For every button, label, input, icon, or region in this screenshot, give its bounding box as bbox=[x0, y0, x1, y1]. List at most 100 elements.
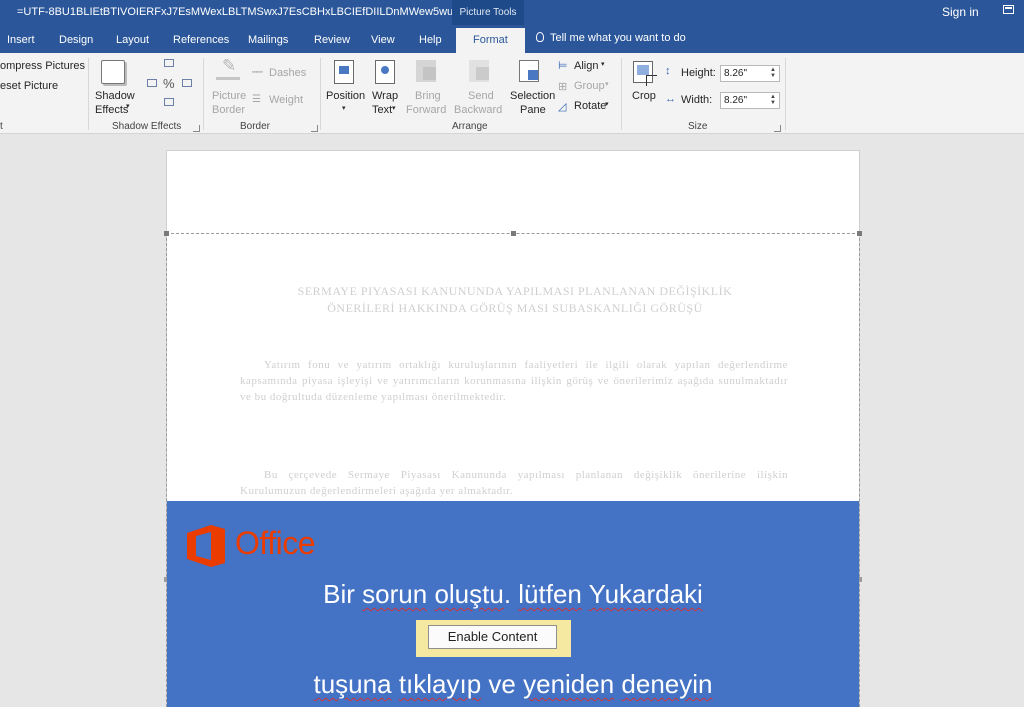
dashes-icon: ┅┅ bbox=[252, 67, 263, 77]
error-message-line-1: Bir sorun oluştu. lütfen Yukardaki bbox=[167, 579, 859, 610]
faded-document-title: SERMAYE PIYASASI KANUNUNDA YAPILMASI PLA… bbox=[240, 283, 790, 317]
height-spinner[interactable]: 8.26" ▲ ▼ bbox=[720, 65, 780, 82]
rotate-button[interactable]: Rotate bbox=[574, 100, 606, 112]
align-icon[interactable]: ⊨ bbox=[558, 59, 568, 72]
shadow-nudge-down-icon[interactable] bbox=[164, 98, 174, 106]
tab-mailings[interactable]: Mailings bbox=[248, 34, 288, 46]
dashes-button: Dashes bbox=[269, 67, 307, 79]
size-launcher-icon[interactable] bbox=[774, 125, 781, 132]
tab-layout[interactable]: Layout bbox=[116, 34, 149, 46]
shadow-toggle-icon[interactable]: % bbox=[163, 76, 175, 91]
ribbon-display-options-icon[interactable] bbox=[1003, 5, 1014, 14]
office-logo-text: Office bbox=[235, 525, 316, 561]
picture-border-icon: ✎ bbox=[216, 56, 240, 80]
selection-pane-label-1[interactable]: Selection bbox=[510, 90, 555, 102]
position-icon[interactable] bbox=[334, 60, 354, 84]
chevron-down-icon: ▾ bbox=[601, 61, 605, 68]
picture-border-label-2: Border bbox=[212, 104, 246, 116]
tab-design[interactable]: Design bbox=[59, 34, 93, 46]
wrap-text-icon[interactable] bbox=[375, 60, 395, 84]
ribbon: ompress Pictures eset Picture t Shadow E… bbox=[0, 53, 1024, 134]
lightbulb-icon bbox=[536, 32, 544, 42]
weight-icon: ☰ bbox=[252, 94, 261, 105]
title-bar: =UTF-8BU1BLIEtBTIVOIERFxJ7EsMWexLBLTMSwx… bbox=[0, 0, 1024, 25]
message-word: lütfen bbox=[518, 579, 582, 609]
wrap-text-label-2[interactable]: Text bbox=[372, 104, 392, 116]
tab-view[interactable]: View bbox=[371, 34, 395, 46]
tell-me-text: Tell me what you want to do bbox=[550, 32, 686, 44]
tab-insert[interactable]: Insert bbox=[7, 34, 35, 46]
tab-help[interactable]: Help bbox=[419, 34, 442, 46]
shadow-effects-label-1[interactable]: Shadow bbox=[95, 90, 135, 102]
faded-title-line-2: ÖNERİLERİ HAKKINDA GÖRÜŞ MASI SUBASKANLI… bbox=[327, 301, 703, 315]
chevron-down-icon: ▾ bbox=[605, 101, 609, 108]
faded-paragraph-1: Yatırım fonu ve yatırım ortaklığı kurulu… bbox=[240, 359, 788, 403]
rotate-icon[interactable]: ◿ bbox=[558, 100, 566, 113]
crop-icon[interactable] bbox=[633, 61, 657, 86]
message-word: Bir bbox=[323, 579, 363, 609]
tell-me-search[interactable]: Tell me what you want to do bbox=[536, 32, 686, 44]
bring-forward-icon bbox=[416, 60, 436, 82]
tab-references[interactable]: References bbox=[173, 34, 229, 46]
shadow-effects-label-2[interactable]: Effects bbox=[95, 104, 128, 116]
message-word: tuşuna bbox=[313, 669, 392, 699]
position-button[interactable]: Position bbox=[326, 90, 365, 102]
picture-tools-context-label: Picture Tools bbox=[452, 0, 524, 25]
send-backward-label-1: Send bbox=[468, 90, 494, 102]
group-divider bbox=[785, 58, 786, 130]
ribbon-tab-bar: Insert Design Layout References Mailings… bbox=[0, 25, 1024, 53]
message-word: sorun bbox=[362, 579, 428, 609]
size-group-label: Size bbox=[688, 121, 708, 132]
chevron-down-icon: ▾ bbox=[342, 105, 346, 112]
document-title: =UTF-8BU1BLIEtBTIVOIERFxJ7EsMWexLBLTMSwx… bbox=[17, 6, 499, 18]
tab-review[interactable]: Review bbox=[314, 34, 350, 46]
selection-pane-icon[interactable] bbox=[519, 60, 539, 82]
spinner-arrows-icon[interactable]: ▲ ▼ bbox=[770, 94, 776, 106]
chevron-down-icon: ▾ bbox=[605, 81, 609, 88]
office-logo-icon bbox=[187, 525, 225, 567]
group-divider bbox=[88, 58, 89, 130]
error-message-line-2: tuşuna tıklayıp ve yeniden deneyin bbox=[167, 669, 859, 700]
bring-forward-label-2: Forward bbox=[406, 104, 447, 116]
selection-pane-label-2[interactable]: Pane bbox=[520, 104, 546, 116]
adjust-group-label: t bbox=[0, 121, 3, 132]
chevron-down-icon: ▾ bbox=[126, 103, 130, 110]
width-spinner[interactable]: 8.26" ▲ ▼ bbox=[720, 92, 780, 109]
resize-handle[interactable] bbox=[164, 231, 169, 236]
border-launcher-icon[interactable] bbox=[311, 125, 318, 132]
wrap-text-label-1[interactable]: Wrap bbox=[372, 90, 398, 102]
border-group-label: Border bbox=[240, 121, 271, 132]
tab-format[interactable]: Format bbox=[456, 28, 525, 53]
send-backward-label-2: Backward bbox=[454, 104, 503, 116]
resize-handle[interactable] bbox=[857, 231, 862, 236]
weight-button: Weight bbox=[269, 94, 304, 106]
crop-button[interactable]: Crop bbox=[632, 90, 656, 102]
height-icon: ↕ bbox=[665, 65, 671, 77]
fake-office-banner: Office Bir sorun oluştu. lütfen Yukardak… bbox=[167, 501, 859, 707]
shadow-nudge-right-icon[interactable] bbox=[182, 79, 192, 87]
bring-forward-label-1: Bring bbox=[415, 90, 441, 102]
shadow-effects-icon[interactable] bbox=[101, 60, 125, 84]
width-icon: ↔ bbox=[665, 93, 676, 105]
reset-picture-button[interactable]: eset Picture bbox=[0, 80, 58, 92]
enable-content-highlight: Enable Content bbox=[416, 620, 571, 657]
message-word bbox=[582, 579, 589, 609]
resize-handle[interactable] bbox=[511, 231, 516, 236]
enable-content-button[interactable]: Enable Content bbox=[428, 625, 557, 649]
width-label: Width: bbox=[681, 94, 713, 106]
spinner-arrows-icon[interactable]: ▲ ▼ bbox=[770, 67, 776, 79]
compress-pictures-button[interactable]: ompress Pictures bbox=[0, 60, 85, 72]
group-icon: ⊞ bbox=[558, 81, 568, 93]
shadow-nudge-up-icon[interactable] bbox=[164, 59, 174, 67]
align-button[interactable]: Align bbox=[574, 60, 598, 72]
message-word: oluştu bbox=[434, 579, 504, 609]
faded-paragraph-2: Bu çerçevede Sermaye Piyasası Kanununda … bbox=[240, 469, 788, 497]
group-button: Group bbox=[574, 80, 605, 92]
width-value: 8.26" bbox=[724, 95, 748, 106]
message-word: tıklayıp bbox=[398, 669, 482, 699]
sign-in-link[interactable]: Sign in bbox=[942, 5, 979, 19]
shadow-effects-group-label: Shadow Effects bbox=[112, 121, 182, 132]
shadow-effects-launcher-icon[interactable] bbox=[193, 125, 200, 132]
shadow-nudge-left-icon[interactable] bbox=[147, 79, 157, 87]
message-word: deneyin bbox=[621, 669, 713, 699]
